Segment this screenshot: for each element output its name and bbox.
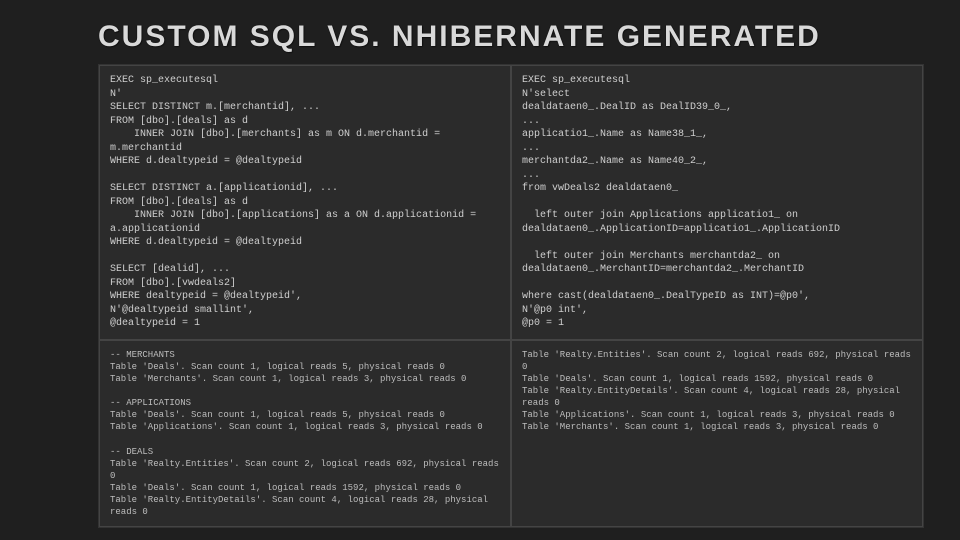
slide-title: CUSTOM SQL VS. NHIBERNATE GENERATED [98, 20, 932, 54]
slide: CUSTOM SQL VS. NHIBERNATE GENERATED EXEC… [0, 0, 960, 540]
cell-nhibernate-stats: Table 'Realty.Entities'. Scan count 2, l… [511, 340, 923, 528]
cell-custom-sql: EXEC sp_executesql N' SELECT DISTINCT m.… [99, 65, 511, 340]
cell-nhibernate-sql: EXEC sp_executesql N'select dealdataen0_… [511, 65, 923, 340]
cell-custom-stats: -- MERCHANTS Table 'Deals'. Scan count 1… [99, 340, 511, 528]
comparison-grid: EXEC sp_executesql N' SELECT DISTINCT m.… [98, 64, 924, 528]
